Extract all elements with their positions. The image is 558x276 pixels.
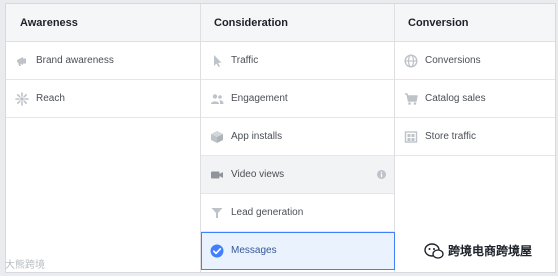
megaphone-icon: [17, 57, 26, 66]
column-title-conversion: Conversion: [408, 17, 469, 29]
objective-app-installs[interactable]: App installs: [201, 118, 394, 156]
check-circle-icon: [210, 244, 224, 258]
objective-label: Video views: [231, 169, 285, 180]
reach-burst-icon: [15, 92, 29, 106]
column-title-awareness: Awareness: [20, 17, 78, 29]
watermark-left: 大熊跨境: [5, 260, 45, 271]
funnel-icon: [211, 208, 223, 218]
objective-brand-awareness[interactable]: Brand awareness: [6, 42, 200, 80]
objective-reach[interactable]: Reach: [6, 80, 200, 118]
chat-bubble-logo-icon: [424, 243, 444, 259]
objective-store-traffic[interactable]: Store traffic: [395, 118, 555, 156]
watermark-right-text: 跨境电商跨境屋: [448, 244, 533, 258]
objective-label: Store traffic: [425, 131, 476, 142]
people-icon: [211, 94, 224, 104]
objective-traffic[interactable]: Traffic: [201, 42, 394, 80]
box-icon: [211, 131, 223, 143]
objective-label: Engagement: [231, 93, 288, 104]
info-icon[interactable]: [377, 170, 386, 179]
objective-label: Traffic: [231, 55, 259, 66]
cart-icon: [405, 93, 418, 105]
objective-label: Reach: [36, 93, 65, 104]
store-icon: [404, 131, 418, 143]
objective-catalog-sales[interactable]: Catalog sales: [395, 80, 555, 118]
objective-engagement[interactable]: Engagement: [201, 80, 394, 118]
objective-video-views[interactable]: Video views: [201, 156, 394, 194]
video-camera-icon: [211, 171, 223, 179]
globe-icon: [404, 54, 418, 68]
objective-label: Catalog sales: [425, 93, 486, 104]
objective-lead-generation[interactable]: Lead generation: [201, 194, 394, 232]
objective-columns-header: Awareness Consideration Conversion: [6, 4, 555, 42]
objective-label: Conversions: [425, 55, 481, 66]
objective-label: Messages: [231, 245, 277, 256]
objective-label: Lead generation: [231, 207, 304, 218]
objective-picker: Awareness Consideration Conversion Brand…: [5, 3, 556, 273]
cursor-icon: [214, 55, 222, 67]
column-title-consideration: Consideration: [214, 17, 288, 29]
objective-messages[interactable]: Messages: [201, 232, 395, 270]
objective-conversions[interactable]: Conversions: [395, 42, 555, 80]
objective-label: App installs: [231, 131, 283, 142]
objective-label: Brand awareness: [36, 55, 114, 66]
